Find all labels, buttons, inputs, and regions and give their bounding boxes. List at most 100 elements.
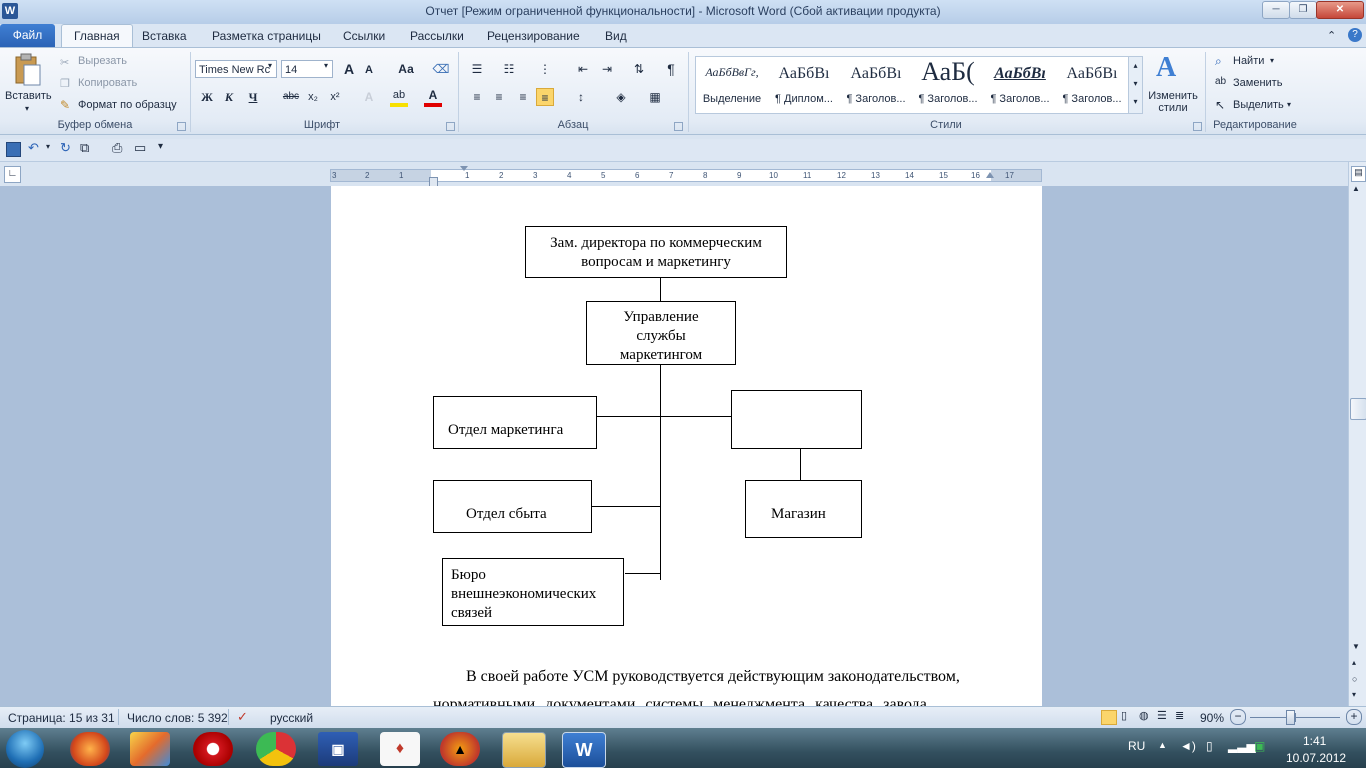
superscript-button[interactable]: x² (326, 88, 344, 106)
prev-page-icon[interactable]: ▴ (1352, 658, 1356, 667)
shrink-font-button[interactable]: A (360, 61, 378, 79)
web-layout-icon[interactable]: ◍ (1139, 709, 1149, 722)
minimize-button[interactable]: ─ (1262, 1, 1290, 19)
font-name-dropdown-icon[interactable]: ▾ (268, 61, 272, 70)
redo-icon[interactable]: ↻ (60, 140, 71, 156)
numbering-icon[interactable]: ☷ (500, 60, 518, 78)
minimize-ribbon-icon[interactable]: ⌃ (1327, 29, 1336, 42)
tab-view[interactable]: Вид (605, 29, 627, 43)
bullets-icon[interactable]: ☰ (468, 60, 486, 78)
replace-button[interactable]: Заменить (1233, 77, 1282, 89)
highlight-icon[interactable]: ab (390, 86, 408, 104)
find-dropdown-icon[interactable]: ▾ (1270, 56, 1274, 65)
font-size-dropdown-icon[interactable]: ▾ (324, 61, 328, 70)
vertical-scrollbar[interactable]: ▤ ▲ ▼ ▴ ○ ▾ (1348, 162, 1366, 706)
style-heading-2[interactable]: АаБ( ¶ Заголов... (912, 57, 984, 113)
tab-home[interactable]: Главная (61, 24, 133, 49)
justify-icon[interactable]: ≡ (536, 88, 554, 106)
format-painter-icon[interactable]: ✎ (60, 98, 70, 112)
document-page[interactable]: Зам. директора по коммерческим вопросам … (331, 186, 1042, 706)
paste-button[interactable]: Вставить (5, 90, 52, 102)
italic-button[interactable]: К (220, 88, 238, 106)
clipboard-launcher-icon[interactable] (177, 122, 186, 131)
shading-icon[interactable]: ◈ (612, 88, 630, 106)
signal-icon[interactable]: ▂▃▅ (1228, 739, 1256, 753)
borders-icon[interactable]: ▦ (646, 88, 664, 106)
outline-view-icon[interactable]: ☰ (1157, 709, 1167, 722)
align-right-icon[interactable]: ≡ (514, 88, 532, 106)
tray-expand-icon[interactable]: ▲ (1158, 740, 1167, 750)
font-name-combo[interactable]: Times New Rc (195, 60, 277, 78)
network-icon[interactable]: ▣ (1254, 739, 1265, 753)
replace-icon[interactable]: ab (1215, 76, 1226, 87)
ruler-toggle-icon[interactable]: ▤ (1351, 166, 1366, 182)
sort-icon[interactable]: ⇅ (630, 60, 648, 78)
scroll-up-icon[interactable]: ▲ (1352, 184, 1360, 193)
save-disk-icon[interactable]: ▣ (318, 732, 358, 766)
scroll-thumb[interactable] (1350, 398, 1366, 420)
tab-page-layout[interactable]: Разметка страницы (212, 29, 321, 43)
bold-button[interactable]: Ж (198, 88, 216, 106)
print-preview-icon[interactable]: ⎙ (112, 140, 122, 156)
font-launcher-icon[interactable] (446, 122, 455, 131)
subscript-button[interactable]: x₂ (304, 88, 322, 106)
word-count[interactable]: Число слов: 5 392 (127, 711, 228, 725)
text-effects-icon[interactable]: A (360, 88, 378, 106)
styles-scroll-icon[interactable]: ▴ ▾ ▾ (1128, 57, 1142, 113)
print-layout-view-icon[interactable] (1101, 710, 1117, 725)
device-icon[interactable]: ▯ (1206, 739, 1213, 753)
styles-launcher-icon[interactable] (1193, 122, 1202, 131)
paste-dropdown-icon[interactable]: ▾ (25, 104, 29, 113)
style-diploma[interactable]: АаБбВı ¶ Диплом... (768, 57, 840, 113)
decrease-indent-icon[interactable]: ⇤ (574, 60, 592, 78)
style-heading-4[interactable]: АаБбВı ¶ Заголов... (1056, 57, 1128, 113)
zoom-in-icon[interactable]: + (1346, 709, 1362, 725)
chrome-icon[interactable] (256, 732, 296, 766)
style-heading-3[interactable]: АаБбВı ¶ Заголов... (984, 57, 1056, 113)
clock-date[interactable]: 10.07.2012 (1286, 751, 1346, 765)
select-icon[interactable]: ↖ (1215, 98, 1225, 112)
first-line-indent-marker[interactable] (460, 166, 468, 171)
next-page-icon[interactable]: ▾ (1352, 690, 1356, 699)
opera-icon[interactable] (193, 732, 233, 766)
draft-view-icon[interactable]: ≣ (1175, 709, 1184, 722)
close-button[interactable]: ✕ (1316, 1, 1364, 19)
firefox-icon[interactable] (70, 732, 110, 766)
multilevel-list-icon[interactable]: ⋮ (536, 60, 554, 78)
undo-icon[interactable]: ↶ (28, 140, 39, 156)
align-center-icon[interactable]: ≡ (490, 88, 508, 106)
page-count[interactable]: Страница: 15 из 31 (8, 711, 115, 725)
align-left-icon[interactable]: ≡ (468, 88, 486, 106)
tab-mailings[interactable]: Рассылки (410, 29, 464, 43)
change-styles-icon[interactable]: A (1156, 52, 1176, 84)
change-styles-button[interactable]: Изменить стили (1146, 90, 1200, 114)
grow-font-button[interactable]: A (340, 60, 358, 78)
save-icon[interactable] (6, 142, 21, 157)
style-emphasis[interactable]: АаБбВвГг, Выделение (696, 57, 768, 113)
format-painter-button[interactable]: Формат по образцу (78, 99, 177, 111)
select-dropdown-icon[interactable]: ▾ (1287, 100, 1291, 109)
zoom-level[interactable]: 90% (1200, 711, 1224, 725)
reading-view-icon[interactable]: ▯ (1121, 709, 1127, 722)
tab-file[interactable]: Файл (0, 24, 55, 47)
paragraph-launcher-icon[interactable] (674, 122, 683, 131)
cut-button[interactable]: Вырезать (78, 55, 127, 67)
clear-formatting-icon[interactable]: ⌫ (432, 60, 450, 78)
keyboard-language[interactable]: RU (1128, 739, 1145, 753)
cut-icon[interactable]: ✂ (60, 56, 69, 69)
find-button[interactable]: Найти (1233, 55, 1264, 67)
read-mode-icon[interactable]: ▭ (134, 140, 146, 156)
increase-indent-icon[interactable]: ⇥ (598, 60, 616, 78)
word-taskbar-icon[interactable]: W (562, 732, 606, 768)
tab-review[interactable]: Рецензирование (487, 29, 580, 43)
paste-icon[interactable] (12, 53, 42, 87)
volume-icon[interactable]: ◄) (1180, 739, 1196, 753)
customize-qat-icon[interactable]: ▾ (158, 141, 163, 152)
zoom-out-icon[interactable]: − (1230, 709, 1246, 725)
help-icon[interactable]: ? (1348, 28, 1362, 42)
tab-references[interactable]: Ссылки (343, 29, 385, 43)
styles-gallery[interactable]: АаБбВвГг, Выделение АаБбВı ¶ Диплом... А… (695, 56, 1143, 114)
tab-insert[interactable]: Вставка (142, 29, 187, 43)
select-button[interactable]: Выделить (1233, 99, 1284, 111)
zoom-slider-thumb[interactable] (1286, 710, 1295, 725)
